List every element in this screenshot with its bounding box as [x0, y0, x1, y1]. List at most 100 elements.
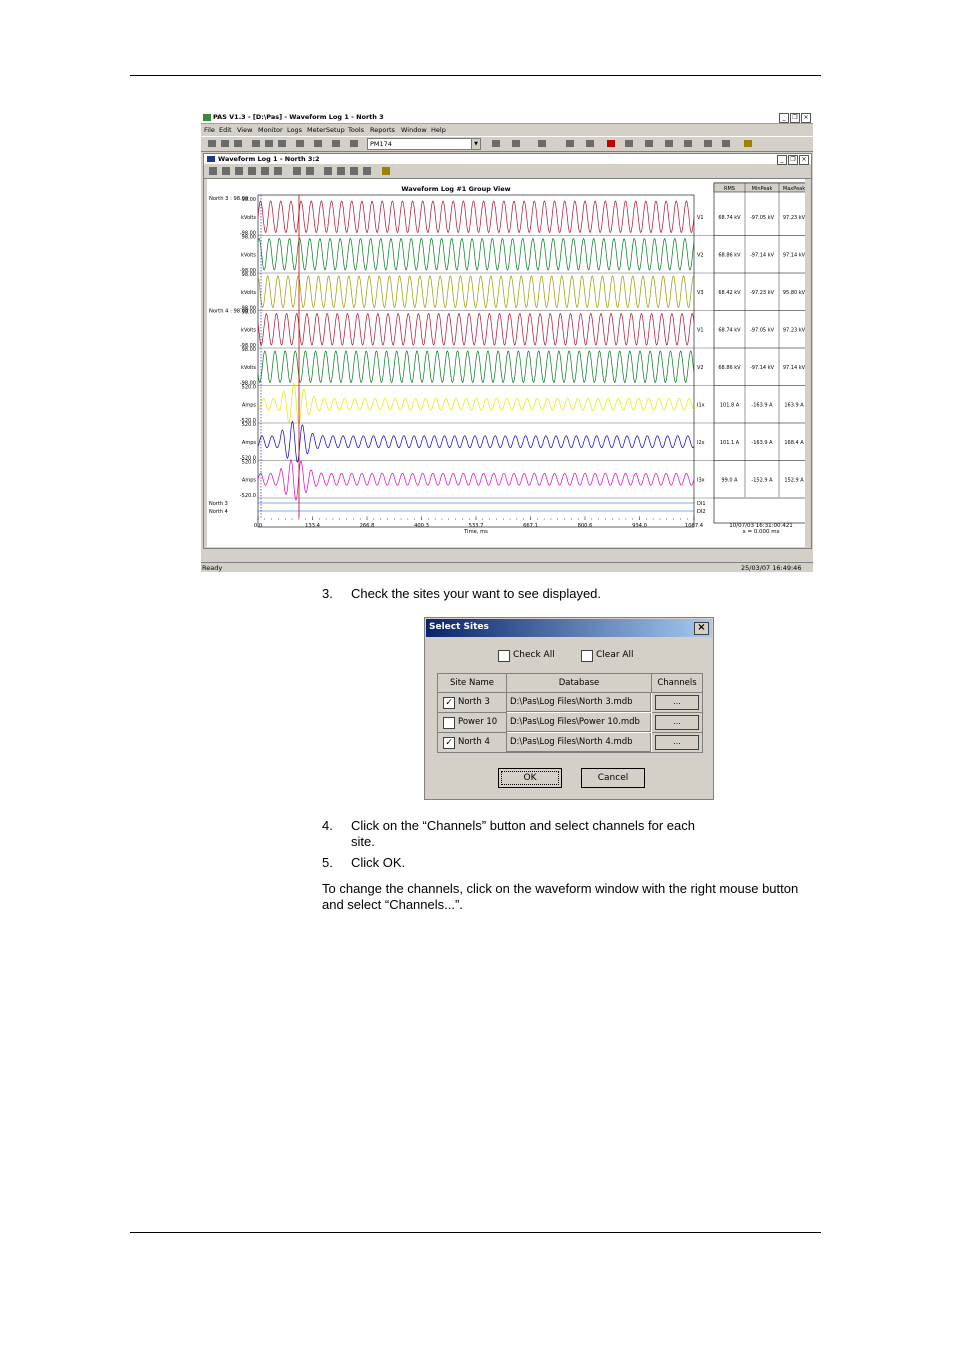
minpeak-value: -97.14 kV [750, 252, 775, 258]
properties-icon[interactable] [331, 139, 341, 149]
menu-view[interactable]: View [237, 126, 252, 134]
channel-unit: kVolts [241, 290, 256, 296]
rms-value: 68.86 kV [718, 365, 741, 371]
site-database: D:\Pas\Log Files\North 3.mdb [507, 693, 651, 712]
help-icon[interactable] [743, 139, 753, 149]
waveform-icon[interactable] [585, 139, 595, 149]
measure-header: MaxPeak [783, 186, 805, 192]
channels-button-north3[interactable]: ... [655, 695, 699, 710]
menu-monitor[interactable]: Monitor [258, 126, 283, 134]
close-button[interactable]: × [801, 113, 811, 123]
rms-value: 101.8 A [720, 402, 740, 408]
channel-scale-top: 98.00 [242, 272, 256, 278]
status-bar: Ready 25/03/07 16:49:46 [201, 562, 813, 572]
channel-scale-bottom: -520.0 [240, 493, 256, 499]
menu-tools[interactable]: Tools [348, 126, 364, 134]
channels-cell: ... [652, 693, 702, 713]
horizontal-zoom-icon[interactable] [350, 167, 358, 175]
reset-icon[interactable] [644, 139, 654, 149]
channels-icon[interactable] [209, 167, 217, 175]
clear-all-label[interactable]: Clear All [596, 650, 634, 660]
paste-icon[interactable] [277, 139, 287, 149]
play-icon[interactable] [363, 167, 371, 175]
save-all-icon[interactable] [233, 139, 243, 149]
export-icon[interactable] [683, 139, 693, 149]
site-checkbox-power10[interactable] [443, 717, 455, 729]
channel-name: V1 [697, 327, 704, 333]
child-help-icon[interactable] [382, 167, 390, 175]
digital-site-label: North 3 [209, 501, 228, 507]
minimize-button[interactable]: _ [779, 113, 789, 123]
site-checkbox-north4[interactable]: ✓ [443, 737, 455, 749]
channel-name: V3 [697, 290, 704, 296]
tou-icon[interactable] [721, 139, 731, 149]
report-icon[interactable] [703, 139, 713, 149]
check-all-checkbox[interactable] [498, 650, 510, 662]
zoom-in-icon[interactable] [293, 167, 301, 175]
site-name: North 4 [458, 737, 490, 747]
stop-icon[interactable] [624, 139, 634, 149]
menu-help[interactable]: Help [431, 126, 446, 134]
restore-button[interactable]: ❐ [790, 113, 800, 123]
harmonics-icon[interactable] [261, 167, 269, 175]
child-close-button[interactable]: × [799, 155, 809, 165]
cancel-button[interactable]: Cancel [581, 768, 645, 788]
open-icon[interactable] [207, 139, 217, 149]
status-datetime: 25/03/07 16:49:46 [741, 564, 802, 572]
child-minimize-button[interactable]: _ [777, 155, 787, 165]
instruction-paragraph: To change the channels, click on the wav… [322, 881, 799, 912]
cut-icon[interactable] [251, 139, 261, 149]
digital-channel-name: DI2 [697, 509, 706, 515]
pas-app-icon [203, 114, 211, 121]
copy-icon[interactable] [264, 139, 274, 149]
table-row[interactable]: ✓ North 3 [438, 693, 507, 713]
rms-value: 99.0 A [721, 477, 738, 483]
vertical-zoom-icon[interactable] [337, 167, 345, 175]
maxpeak-value: 97.23 kV [783, 215, 805, 221]
chevron-down-icon[interactable]: ▼ [471, 139, 480, 149]
phasor-icon[interactable] [248, 167, 256, 175]
channel-scale-top: 520.0 [242, 422, 256, 428]
device-select-value: PM174 [370, 140, 392, 148]
child-restore-button[interactable]: ❐ [788, 155, 798, 165]
menu-reports[interactable]: Reports [370, 126, 395, 134]
channels-button-power10[interactable]: ... [655, 715, 699, 730]
minpeak-value: -152.9 A [751, 477, 773, 483]
delete-icon[interactable] [606, 139, 616, 149]
delta-icon[interactable] [222, 167, 230, 175]
table-icon[interactable] [491, 139, 501, 149]
channels-button-north4[interactable]: ... [655, 735, 699, 750]
maxpeak-value: 168.4 A [784, 440, 804, 446]
menu-file[interactable]: File [204, 126, 215, 134]
menu-logs[interactable]: Logs [287, 126, 302, 134]
device-select[interactable]: PM174 ▼ [367, 138, 481, 150]
menu-metersetup[interactable]: MeterSetup [307, 126, 345, 134]
ok-button[interactable]: OK [498, 768, 562, 788]
log-icon[interactable] [664, 139, 674, 149]
menu-edit[interactable]: Edit [219, 126, 232, 134]
connect-icon[interactable] [349, 139, 359, 149]
zoom-out-icon[interactable] [306, 167, 314, 175]
marker-icon[interactable] [324, 167, 332, 175]
chart-icon[interactable] [565, 139, 575, 149]
site-checkbox-north3[interactable]: ✓ [443, 697, 455, 709]
print-icon[interactable] [295, 139, 305, 149]
x-tick-label: 1067.4 [685, 523, 704, 529]
data-icon[interactable] [537, 139, 547, 149]
options-icon[interactable] [274, 167, 282, 175]
waveform-plot[interactable]: Waveform Log #1 Group View RMS MinPeak MaxP… [207, 179, 805, 547]
dialog-close-button[interactable]: × [694, 622, 709, 635]
monitor-icon[interactable] [511, 139, 521, 149]
sites-table: Site Name Database Channels ✓ North 3 D:… [437, 673, 703, 753]
table-row[interactable]: ✓ North 4 [438, 733, 507, 753]
digital-site-label: North 4 [209, 509, 228, 515]
rms-value: 68.42 kV [718, 290, 741, 296]
waveform-svg[interactable]: Waveform Log #1 Group View RMS MinPeak MaxP… [207, 179, 805, 547]
check-all-label[interactable]: Check All [513, 650, 555, 660]
clear-all-checkbox[interactable] [581, 650, 593, 662]
list-icon[interactable] [235, 167, 243, 175]
preview-icon[interactable] [313, 139, 323, 149]
menu-window[interactable]: Window [401, 126, 427, 134]
save-icon[interactable] [220, 139, 230, 149]
table-row[interactable]: Power 10 [438, 713, 507, 733]
